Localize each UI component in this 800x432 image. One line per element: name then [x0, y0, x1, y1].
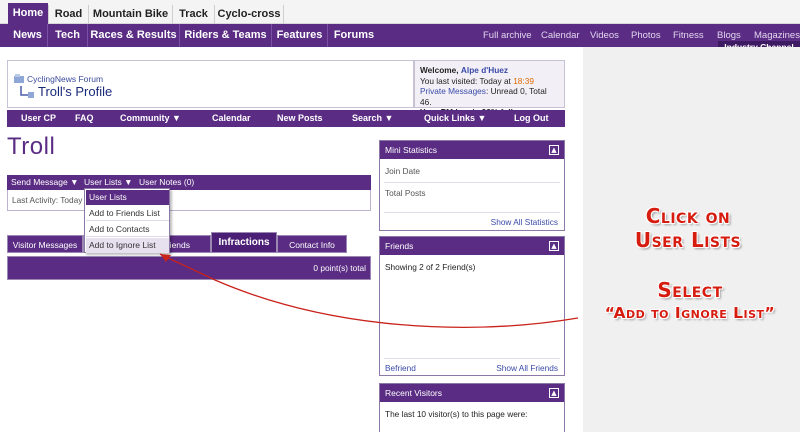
divider [384, 212, 560, 213]
show-all-friends-link[interactable]: Show All Friends [496, 363, 558, 373]
profile-tabs: Visitor Messages Friends Infractions Con… [7, 232, 371, 257]
breadcrumb[interactable]: CyclingNews Forum [27, 74, 103, 84]
nav-quick-links[interactable]: Quick Links ▼ [424, 110, 486, 127]
nav-riders-teams[interactable]: Riders & Teams [180, 24, 272, 47]
annotation-select: Select [657, 278, 723, 302]
tab-infractions[interactable]: Infractions [211, 232, 277, 253]
nav-search[interactable]: Search ▼ [352, 110, 393, 127]
chevron-down-icon: ▼ [477, 113, 487, 123]
chevron-down-icon: ▼ [172, 113, 181, 123]
username-link[interactable]: Alpe d'Huez [461, 65, 508, 75]
points-total: 0 point(s) total [313, 263, 366, 273]
total-posts-label: Total Posts [385, 188, 426, 198]
show-all-statistics-link[interactable]: Show All Statistics [491, 217, 558, 227]
nav-news[interactable]: News [8, 24, 48, 47]
tab-cyclo-cross[interactable]: Cyclo-cross [214, 5, 284, 24]
link-calendar[interactable]: Calendar [541, 24, 580, 47]
join-date-label: Join Date [385, 166, 421, 176]
nav-new-posts[interactable]: New Posts [277, 110, 323, 127]
forum-home-icon [14, 74, 24, 83]
tab-contact-info[interactable]: Contact Info [277, 235, 347, 253]
send-message-button[interactable]: Send Message ▼ [11, 175, 79, 190]
last-visited-label: You last visited: Today at [420, 75, 511, 86]
befriend-link[interactable]: Befriend [385, 363, 416, 373]
nav-user-cp[interactable]: User CP [21, 110, 56, 127]
chevron-down-icon: ▼ [70, 177, 79, 187]
annotation-click: Click on [645, 204, 731, 228]
nav-community-label: Community [120, 113, 170, 123]
dropdown-header: User Lists [86, 190, 169, 205]
tab-road[interactable]: Road [48, 5, 88, 24]
link-photos[interactable]: Photos [631, 24, 661, 47]
nav-quick-links-label: Quick Links [424, 113, 476, 123]
block-title: Recent Visitors [380, 384, 564, 402]
recent-visitors-text: The last 10 visitor(s) to this page were… [385, 409, 528, 419]
collapse-icon[interactable]: ▲ [549, 145, 559, 155]
section-nav: News Tech Races & Results Riders & Teams… [0, 24, 800, 47]
add-to-ignore-list[interactable]: Add to Ignore List [86, 238, 169, 253]
page: Home Road Mountain Bike Track Cyclo-cros… [0, 0, 800, 432]
nav-calendar[interactable]: Calendar [212, 110, 251, 127]
friends-count: Showing 2 of 2 Friend(s) [385, 262, 476, 272]
link-full-archive[interactable]: Full archive [483, 24, 532, 47]
add-to-friends-list[interactable]: Add to Friends List [86, 206, 169, 221]
send-message-label: Send Message [11, 177, 68, 187]
user-lists-label: User Lists [84, 177, 122, 187]
tab-mountain-bike[interactable]: Mountain Bike [88, 5, 172, 24]
profile-action-bar: Send Message ▼ User Lists ▼ User Notes (… [7, 175, 371, 190]
last-activity: Last Activity: Today [12, 195, 83, 205]
breadcrumb-arrow-icon [20, 86, 34, 98]
nav-log-out[interactable]: Log Out [514, 110, 549, 127]
annotation-user-lists: User Lists [634, 228, 742, 252]
forum-user-nav: User CP FAQ Community ▼ Calendar New Pos… [7, 110, 565, 127]
collapse-icon[interactable]: ▲ [549, 241, 559, 251]
nav-search-label: Search [352, 113, 383, 123]
chevron-down-icon: ▼ [384, 113, 394, 123]
forum-header: CyclingNews Forum Troll's Profile [7, 60, 414, 108]
nav-community[interactable]: Community ▼ [120, 110, 181, 127]
nav-features[interactable]: Features [272, 24, 328, 47]
top-tab-bar: Home Road Mountain Bike Track Cyclo-cros… [0, 0, 800, 25]
nav-forums[interactable]: Forums [328, 24, 380, 47]
chevron-down-icon: ▼ [124, 177, 133, 187]
tab-visitor-messages[interactable]: Visitor Messages [7, 235, 83, 253]
user-lists-dropdown: User Lists Add to Friends List Add to Co… [84, 188, 170, 253]
nav-races-results[interactable]: Races & Results [88, 24, 180, 47]
link-fitness[interactable]: Fitness [673, 24, 704, 47]
tab-track[interactable]: Track [172, 5, 214, 24]
block-title: Friends [380, 237, 564, 255]
collapse-icon[interactable]: ▲ [549, 388, 559, 398]
mini-statistics-block: Mini Statistics ▲ Join Date Total Posts … [379, 140, 565, 231]
add-to-contacts[interactable]: Add to Contacts [86, 222, 169, 237]
last-visited-time: 18:39 [513, 75, 534, 86]
divider [384, 182, 560, 183]
welcome-box: Welcome, Alpe d'Huez You last visited: T… [414, 60, 565, 117]
private-messages-link[interactable]: Private Messages [420, 86, 486, 96]
profile-name: Troll [7, 133, 56, 160]
friends-block: Friends ▲ Showing 2 of 2 Friend(s) Befri… [379, 236, 565, 376]
block-title: Mini Statistics [380, 141, 564, 159]
infractions-panel: 0 point(s) total [7, 256, 371, 280]
page-title: Troll's Profile [38, 84, 113, 99]
welcome-label: Welcome, [420, 65, 459, 75]
tab-home[interactable]: Home [8, 3, 48, 25]
annotation-ignore-list: “Add to Ignore List” [604, 304, 776, 322]
recent-visitors-block: Recent Visitors ▲ The last 10 visitor(s)… [379, 383, 565, 432]
link-videos[interactable]: Videos [590, 24, 619, 47]
nav-tech[interactable]: Tech [48, 24, 88, 47]
divider [384, 358, 560, 359]
nav-faq[interactable]: FAQ [75, 110, 94, 127]
